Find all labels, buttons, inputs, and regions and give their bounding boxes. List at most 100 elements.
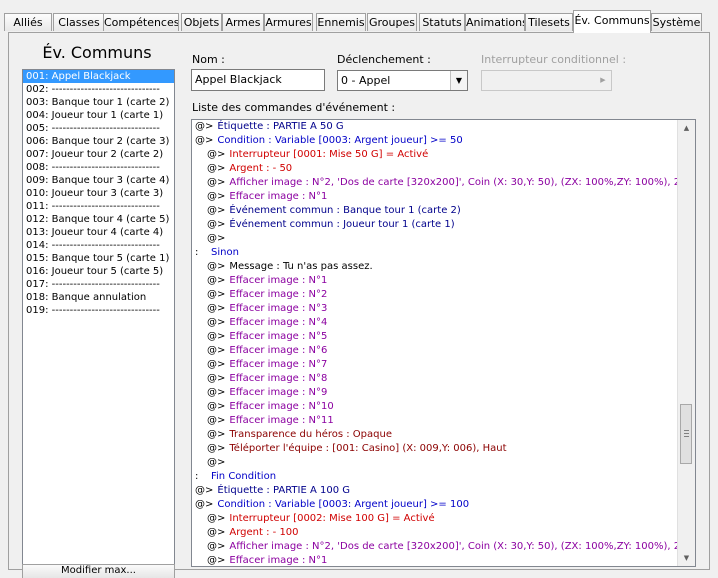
trigger-select[interactable]: 0 - Appel ▼ xyxy=(337,70,468,91)
command-line[interactable]: @> Argent : - 50 xyxy=(192,162,678,176)
list-item[interactable]: 008: ------------------------------ xyxy=(23,161,174,174)
vertical-scrollbar[interactable]: ▲ ▼ xyxy=(677,120,695,566)
tab-syst-me[interactable]: Système xyxy=(651,13,702,31)
list-item[interactable]: 015: Banque tour 5 (carte 1) xyxy=(23,252,174,265)
command-text: Argent : - 100 xyxy=(229,527,299,538)
command-line[interactable]: @> Effacer image : N°9 xyxy=(192,386,678,400)
command-prefix: @> xyxy=(207,233,226,244)
list-item[interactable]: 003: Banque tour 1 (carte 2) xyxy=(23,96,174,109)
change-max-button[interactable]: Modifier max... xyxy=(22,564,175,578)
tab-statuts[interactable]: Statuts xyxy=(419,13,465,31)
list-item[interactable]: 007: Joueur tour 2 (carte 2) xyxy=(23,148,174,161)
command-prefix: @> xyxy=(207,191,226,202)
command-prefix: @> xyxy=(207,163,226,174)
command-line[interactable]: : Sinon xyxy=(192,246,678,260)
list-item[interactable]: 011: ------------------------------ xyxy=(23,200,174,213)
common-events-list[interactable]: 001: Appel Blackjack 002: ---------------… xyxy=(22,69,175,565)
command-line[interactable]: @> Effacer image : N°7 xyxy=(192,358,678,372)
list-item[interactable]: 014: ------------------------------ xyxy=(23,239,174,252)
command-line[interactable]: @> Effacer image : N°10 xyxy=(192,400,678,414)
command-prefix: @> xyxy=(207,429,226,440)
command-prefix: : xyxy=(195,471,199,482)
list-item[interactable]: 009: Banque tour 3 (carte 4) xyxy=(23,174,174,187)
command-line[interactable]: @> Étiquette : PARTIE A 100 G xyxy=(192,484,678,498)
command-line[interactable]: @> Effacer image : N°4 xyxy=(192,316,678,330)
list-item[interactable]: 004: Joueur tour 1 (carte 1) xyxy=(23,109,174,122)
tab-groupes[interactable]: Groupes xyxy=(367,13,417,31)
command-line[interactable]: @> Téléporter l'équipe : [001: Casino] (X… xyxy=(192,442,678,456)
list-item[interactable]: 005: ------------------------------ xyxy=(23,122,174,135)
scroll-thumb[interactable] xyxy=(680,404,692,464)
command-line[interactable]: @> Argent : - 100 xyxy=(192,526,678,540)
tab-animations[interactable]: Animations xyxy=(465,13,525,31)
command-text: Effacer image : N°6 xyxy=(229,345,328,356)
list-title: Év. Communs xyxy=(42,43,152,62)
command-line[interactable]: @> Étiquette : PARTIE A 50 G xyxy=(192,120,678,134)
list-item[interactable]: 019: ------------------------------ xyxy=(23,304,174,317)
chevron-down-icon[interactable]: ▼ xyxy=(450,71,467,90)
tab-alliés[interactable]: Alliés xyxy=(4,13,52,31)
command-line[interactable]: : Fin Condition xyxy=(192,470,678,484)
command-line[interactable]: @> Événement commun : Banque tour 1 (cart… xyxy=(192,204,678,218)
command-line[interactable]: @> Effacer image : N°8 xyxy=(192,372,678,386)
command-text: Événement commun : Joueur tour 1 (carte … xyxy=(229,219,455,230)
grip-line xyxy=(684,430,689,431)
scroll-up-icon[interactable]: ▲ xyxy=(679,120,694,136)
list-item[interactable]: 018: Banque annulation xyxy=(23,291,174,304)
tab-armures[interactable]: Armures xyxy=(264,13,313,31)
switch-label: Interrupteur conditionnel : xyxy=(481,53,627,66)
command-line[interactable]: @> xyxy=(192,456,678,470)
tab-classes[interactable]: Classes xyxy=(53,13,105,31)
trigger-label: Déclenchement : xyxy=(337,53,431,66)
command-prefix: @> xyxy=(207,415,226,426)
command-line[interactable]: @> Afficher image : N°2, 'Dos de carte [3… xyxy=(192,540,678,554)
command-line[interactable]: @> Interrupteur [0002: Mise 100 G] = Acti… xyxy=(192,512,678,526)
command-line[interactable]: @> Effacer image : N°3 xyxy=(192,302,678,316)
command-line[interactable]: @> Effacer image : N°1 xyxy=(192,554,678,566)
list-item[interactable]: 012: Banque tour 4 (carte 5) xyxy=(23,213,174,226)
name-input[interactable]: Appel Blackjack xyxy=(191,69,325,91)
list-item[interactable]: 006: Banque tour 2 (carte 3) xyxy=(23,135,174,148)
list-item[interactable]: 002: ------------------------------ xyxy=(23,83,174,96)
command-text: Transparence du héros : Opaque xyxy=(229,429,392,440)
command-prefix: @> xyxy=(195,121,214,132)
command-line[interactable]: @> Message : Tu n'as pas assez. xyxy=(192,260,678,274)
list-item[interactable]: 013: Joueur tour 4 (carte 4) xyxy=(23,226,174,239)
grip-line xyxy=(684,436,689,437)
event-commands-list[interactable]: @> Étiquette : PARTIE A 50 G @> Condition :… xyxy=(191,119,696,567)
name-label: Nom : xyxy=(192,53,225,66)
command-prefix: @> xyxy=(207,359,226,370)
command-line[interactable]: @> Effacer image : N°1 xyxy=(192,190,678,204)
command-line[interactable]: @> Transparence du héros : Opaque xyxy=(192,428,678,442)
command-line[interactable]: @> xyxy=(192,232,678,246)
command-text: Afficher image : N°2, 'Dos de carte [320… xyxy=(229,541,678,552)
list-item[interactable]: 016: Joueur tour 5 (carte 5) xyxy=(23,265,174,278)
tab-ennemis[interactable]: Ennemis xyxy=(316,13,366,31)
command-line[interactable]: @> Interrupteur [0001: Mise 50 G] = Activ… xyxy=(192,148,678,162)
scroll-down-icon[interactable]: ▼ xyxy=(679,550,694,566)
command-line[interactable]: @> Condition : Variable [0003: Argent jou… xyxy=(192,134,678,148)
list-item[interactable]: 010: Joueur tour 3 (carte 3) xyxy=(23,187,174,200)
tab-év-communs[interactable]: Év. Communs xyxy=(573,10,651,33)
list-item[interactable]: 017: ------------------------------ xyxy=(23,278,174,291)
command-prefix: : xyxy=(195,247,199,258)
command-text: Afficher image : N°2, 'Dos de carte [320… xyxy=(229,177,678,188)
command-text: Effacer image : N°4 xyxy=(229,317,328,328)
command-line[interactable]: @> Afficher image : N°2, 'Dos de carte [3… xyxy=(192,176,678,190)
command-prefix: @> xyxy=(195,499,214,510)
command-line[interactable]: @> Effacer image : N°2 xyxy=(192,288,678,302)
command-line[interactable]: @> Condition : Variable [0003: Argent jou… xyxy=(192,498,678,512)
list-item[interactable]: 001: Appel Blackjack xyxy=(23,70,174,83)
tab-tilesets[interactable]: Tilesets xyxy=(525,13,573,31)
command-line[interactable]: @> Effacer image : N°1 xyxy=(192,274,678,288)
tab-objets[interactable]: Objets xyxy=(181,13,222,31)
command-line[interactable]: @> Effacer image : N°6 xyxy=(192,344,678,358)
command-line[interactable]: @> Événement commun : Joueur tour 1 (cart… xyxy=(192,218,678,232)
command-prefix: @> xyxy=(207,275,226,286)
tab-compétences[interactable]: Compétences xyxy=(103,13,179,31)
command-line[interactable]: @> Effacer image : N°5 xyxy=(192,330,678,344)
tab-armes[interactable]: Armes xyxy=(222,13,264,31)
command-prefix: @> xyxy=(207,541,226,552)
command-line[interactable]: @> Effacer image : N°11 xyxy=(192,414,678,428)
command-prefix: @> xyxy=(195,135,214,146)
